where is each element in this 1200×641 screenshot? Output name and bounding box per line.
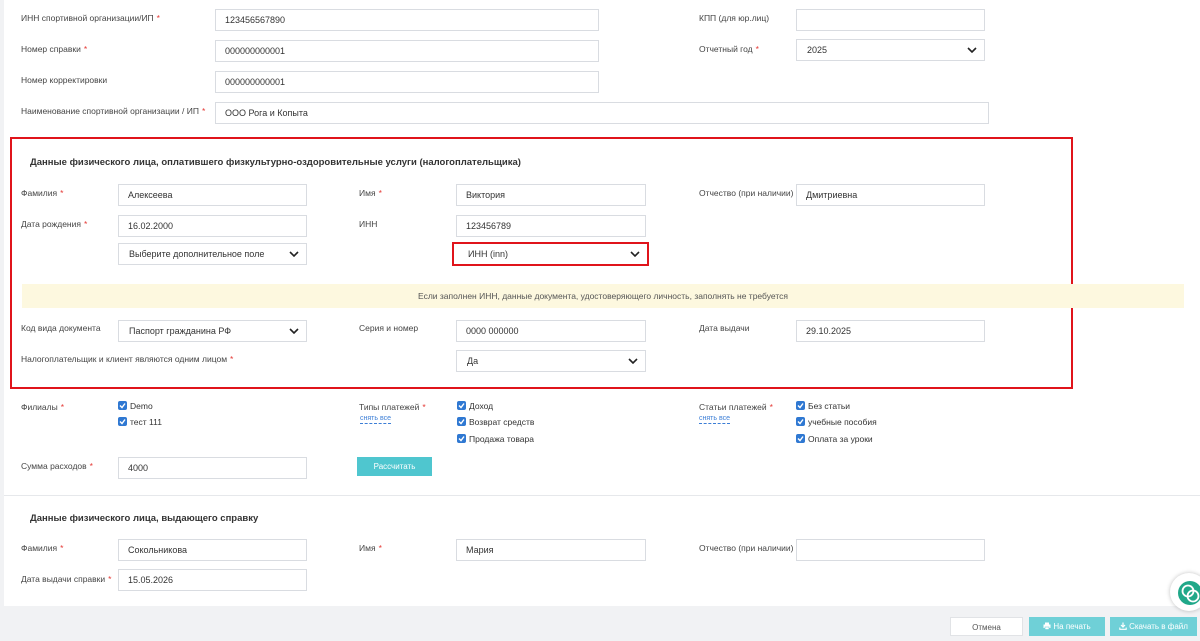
cert-number-input[interactable]: 000000000001 xyxy=(215,40,599,62)
payment-item-checkbox[interactable]: учебные пособия xyxy=(796,416,877,430)
payment-types-clear-link[interactable]: снять все xyxy=(360,415,391,424)
branch-checkbox[interactable]: Demo xyxy=(118,400,153,414)
branch-checkbox[interactable]: тест 111 xyxy=(118,416,162,430)
checkbox-checked-icon xyxy=(118,417,127,426)
section-divider xyxy=(4,495,1200,496)
doc-issue-date-label: Дата выдачи xyxy=(699,323,750,333)
printer-icon xyxy=(1043,622,1051,630)
same-person-label: Налогоплательщик и клиент являются одним… xyxy=(21,354,234,364)
payment-item-checkbox[interactable]: Оплата за уроки xyxy=(796,433,873,447)
payer-last-name-label: Фамилия * xyxy=(21,188,64,198)
org-name-input[interactable]: ООО Рога и Копыта xyxy=(215,102,989,124)
download-icon xyxy=(1119,622,1127,630)
checkbox-checked-icon xyxy=(457,401,466,410)
doc-code-label: Код вида документа xyxy=(21,323,101,333)
inn-notice-banner: Если заполнен ИНН, данные документа, удо… xyxy=(22,284,1184,308)
chevron-down-icon xyxy=(967,47,977,53)
payer-last-name-input[interactable]: Алексеева xyxy=(118,184,307,206)
extra-field-select[interactable]: Выберите дополнительное поле xyxy=(118,243,307,265)
payer-middle-name-input[interactable]: Дмитриевна xyxy=(796,184,985,206)
correction-number-input[interactable]: 000000000001 xyxy=(215,71,599,93)
checkbox-checked-icon xyxy=(118,401,127,410)
kpp-label: КПП (для юр.лиц) xyxy=(699,13,770,23)
doc-issue-date-input[interactable]: 29.10.2025 xyxy=(796,320,985,342)
chevron-down-icon xyxy=(628,358,638,364)
inn-type-select[interactable]: ИНН (inn) xyxy=(452,242,649,266)
chevron-down-icon xyxy=(289,328,299,334)
issuer-middle-name-input[interactable] xyxy=(796,539,985,561)
payment-type-checkbox[interactable]: Возврат средств xyxy=(457,416,534,430)
issuer-issue-date-label: Дата выдачи справки * xyxy=(21,574,112,584)
chat-icon xyxy=(1178,581,1200,605)
payment-type-checkbox[interactable]: Продажа товара xyxy=(457,433,534,447)
amount-label: Сумма расходов * xyxy=(21,461,93,471)
payer-first-name-label: Имя * xyxy=(359,188,382,198)
payment-items-label: Статьи платежей * xyxy=(699,402,773,412)
payer-section-title: Данные физического лица, оплатившего физ… xyxy=(30,157,521,168)
doc-series-label: Серия и номер xyxy=(359,323,419,333)
payer-inn-input[interactable]: 123456789 xyxy=(456,215,646,237)
payer-birth-date-label: Дата рождения * xyxy=(21,219,88,229)
issuer-issue-date-input[interactable]: 15.05.2026 xyxy=(118,569,307,591)
payer-first-name-input[interactable]: Виктория xyxy=(456,184,646,206)
year-select[interactable]: 2025 xyxy=(796,39,985,61)
download-button[interactable]: Скачать в файл xyxy=(1110,617,1197,636)
issuer-section-title: Данные физического лица, выдающего справ… xyxy=(30,513,259,524)
inn-org-label: ИНН спортивной организации/ИП * xyxy=(21,13,160,23)
payer-middle-name-label: Отчество (при наличии) xyxy=(699,188,794,198)
calculate-button[interactable]: Рассчитать xyxy=(357,457,432,476)
payment-items-clear-link[interactable]: снять все xyxy=(699,415,730,424)
chevron-down-icon xyxy=(630,251,640,257)
same-person-select[interactable]: Да xyxy=(456,350,646,372)
issuer-first-name-input[interactable]: Мария xyxy=(456,539,646,561)
doc-series-input[interactable]: 0000 000000 xyxy=(456,320,646,342)
chevron-down-icon xyxy=(289,251,299,257)
payment-type-checkbox[interactable]: Доход xyxy=(457,400,493,414)
issuer-middle-name-label: Отчество (при наличии) xyxy=(699,543,794,553)
branches-label: Филиалы * xyxy=(21,402,65,412)
issuer-last-name-input[interactable]: Сокольникова xyxy=(118,539,307,561)
payer-birth-date-input[interactable]: 16.02.2000 xyxy=(118,215,307,237)
amount-input[interactable]: 4000 xyxy=(118,457,307,479)
cert-number-label: Номер справки * xyxy=(21,44,88,54)
year-label: Отчетный год * xyxy=(699,44,759,54)
chat-widget-button[interactable] xyxy=(1170,573,1200,611)
org-name-label: Наименование спортивной организации / ИП… xyxy=(21,106,206,116)
payment-types-label: Типы платежей * xyxy=(359,402,426,412)
cancel-button[interactable]: Отмена xyxy=(950,617,1023,636)
checkbox-checked-icon xyxy=(457,434,466,443)
checkbox-checked-icon xyxy=(796,434,805,443)
payment-item-checkbox[interactable]: Без статьи xyxy=(796,400,850,414)
inn-org-input[interactable]: 123456567890 xyxy=(215,9,599,31)
kpp-input[interactable] xyxy=(796,9,985,31)
doc-code-select[interactable]: Паспорт гражданина РФ xyxy=(118,320,307,342)
print-button[interactable]: На печать xyxy=(1029,617,1105,636)
payer-inn-label: ИНН xyxy=(359,219,378,229)
issuer-first-name-label: Имя * xyxy=(359,543,382,553)
correction-number-label: Номер корректировки xyxy=(21,75,108,85)
checkbox-checked-icon xyxy=(457,417,466,426)
checkbox-checked-icon xyxy=(796,417,805,426)
checkbox-checked-icon xyxy=(796,401,805,410)
issuer-last-name-label: Фамилия * xyxy=(21,543,64,553)
